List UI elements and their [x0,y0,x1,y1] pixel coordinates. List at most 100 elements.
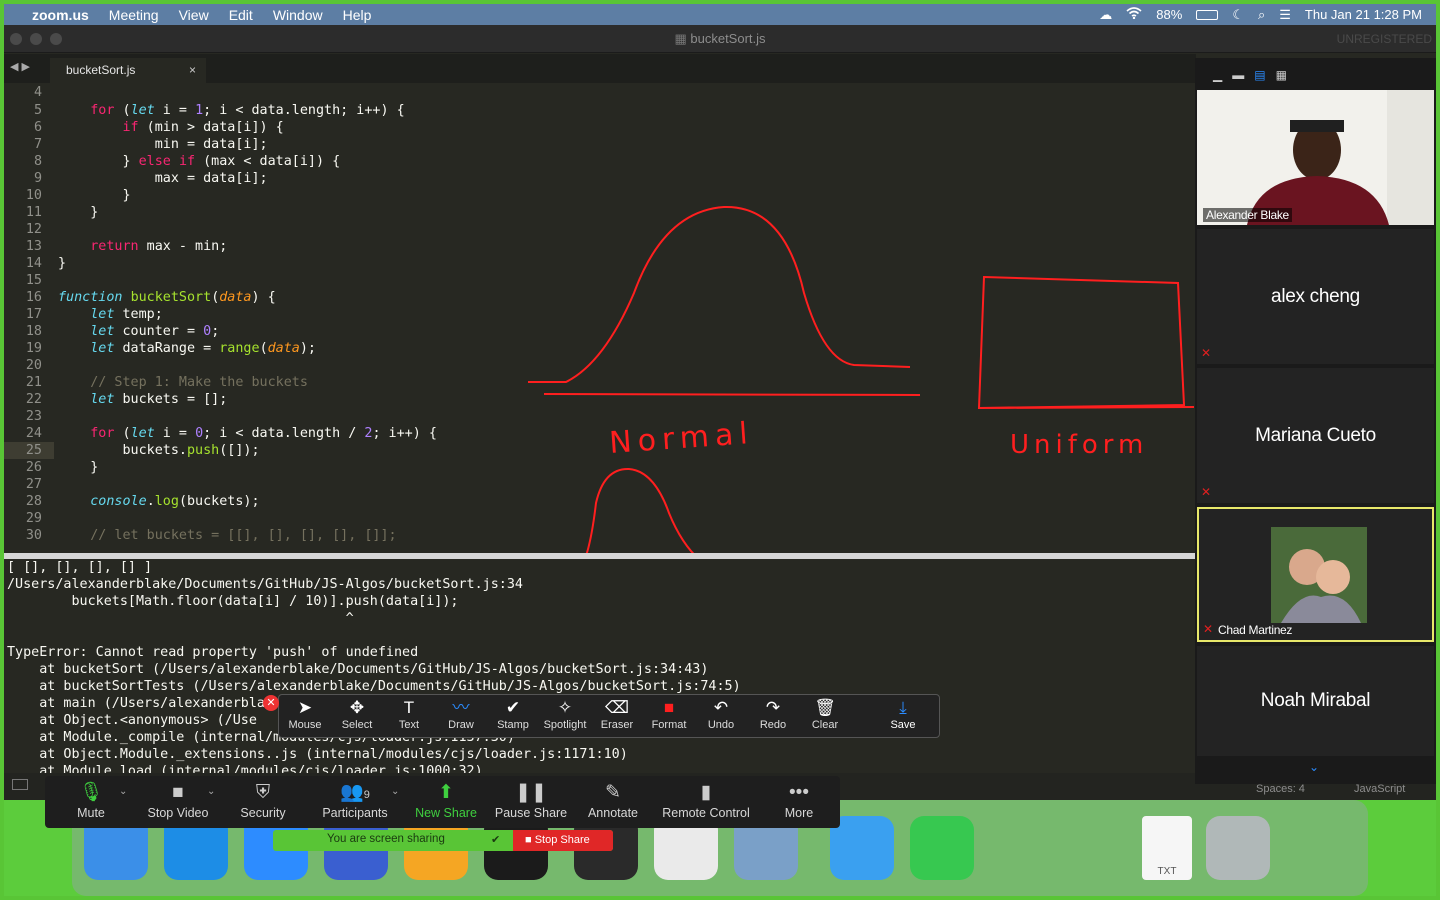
menu-edit[interactable]: Edit [229,7,253,23]
code-line[interactable]: max = data[i]; [58,171,268,186]
wifi-icon[interactable] [1126,7,1142,22]
status-spaces[interactable]: Spaces: 4 [1256,783,1305,795]
pencil-icon: ✎ [605,782,621,803]
annotate-tool-draw[interactable]: 〰 Draw [435,697,487,737]
pause-share-button[interactable]: ❚❚ Pause Share [491,780,571,820]
scroll-down-chevron-icon[interactable]: ⌄ [1309,760,1319,774]
battery-icon[interactable] [1196,9,1219,20]
tab-nav-arrows-icon[interactable]: ◀ ▶ [10,60,30,73]
close-annotation-icon[interactable]: ✕ [263,695,279,711]
tab-close-icon[interactable]: × [189,58,196,83]
video-tile-noah-mirabal[interactable]: Noah Mirabal [1197,646,1434,756]
annotate-tool-eraser[interactable]: ⌫ Eraser [591,697,643,737]
video-camera-icon: ■ [172,782,184,803]
code-line[interactable]: for (let i = 1; i < data.length; i++) { [58,103,404,118]
do-not-disturb-icon[interactable]: ☾ [1232,7,1244,23]
control-center-icon[interactable]: ☰ [1279,7,1291,23]
code-line[interactable]: let temp; [58,307,163,322]
code-area[interactable]: 4 5 for (let i = 1; i < data.length; i++)… [4,83,1196,553]
minimize-window-button[interactable] [30,33,42,45]
speaker-view-icon[interactable]: ▤ [1254,68,1265,82]
mute-button[interactable]: 🎙 Mute [63,780,119,820]
line-number: 20 [25,358,42,373]
remote-control-button[interactable]: ▮ Remote Control [657,780,755,820]
file-icon: ▦ [674,31,691,46]
menu-clock[interactable]: Thu Jan 21 1:28 PM [1305,7,1422,22]
search-icon[interactable]: ⌕ [1258,7,1265,23]
code-line[interactable]: function bucketSort(data) { [58,290,276,305]
video-tile-chad-martinez[interactable]: Chad Martinez ✕ [1197,507,1434,642]
video-tile-mariana-cueto[interactable]: Mariana Cueto ✕ [1197,368,1434,503]
annotate-tool-text[interactable]: T Text [383,697,435,737]
code-line[interactable]: } else if (max < data[i]) { [58,154,340,169]
share-screen-icon: ⬆ [438,782,454,803]
cloud-upload-icon[interactable]: ☁ [1099,7,1112,23]
more-button[interactable]: ••• More [775,780,823,820]
annotate-button[interactable]: ✎ Annotate [581,780,645,820]
security-button[interactable]: ⛨ Security [231,780,295,820]
code-line[interactable]: } [58,205,98,220]
zoom-window-button[interactable] [50,33,62,45]
code-line[interactable]: for (let i = 0; i < data.length / 2; i++… [58,426,437,441]
dock-messages-icon[interactable] [910,816,974,880]
console-line: at Object.Module._extensions..js (intern… [7,747,628,762]
annotate-tool-clear[interactable]: 🗑 Clear [799,697,851,737]
annotate-tool-redo[interactable]: ↷ Redo [747,697,799,737]
code-line[interactable]: console.log(buckets); [58,494,259,509]
code-line[interactable]: let buckets = []; [58,392,227,407]
video-tile-alexander-blake[interactable]: Alexander Blake [1197,90,1434,225]
annotate-tool-save[interactable]: ⤓ Save [877,697,929,737]
stop-share-button[interactable]: ■ Stop Share [513,830,613,851]
code-line[interactable]: } [58,460,98,475]
code-line[interactable]: // Step 1: Make the buckets [58,375,308,390]
code-line[interactable]: let dataRange = range(data); [58,341,316,356]
video-options-chevron-icon[interactable]: ⌄ [207,786,215,797]
panel-toggle-icon[interactable] [12,779,28,790]
new-share-button[interactable]: ⬆ New Share [411,780,481,820]
console-line: at Module.load (internal/modules/cjs/loa… [7,764,483,773]
code-line[interactable]: } [58,188,130,203]
participant-photo-chad [1271,527,1367,623]
code-line[interactable]: min = data[i]; [58,137,268,152]
participants-chevron-icon[interactable]: ⌄ [391,786,399,797]
menu-app-name[interactable]: zoom.us [32,7,89,23]
video-tile-alex-cheng[interactable]: alex cheng ✕ [1197,229,1434,364]
tab-bucketsort[interactable]: bucketSort.js × [50,58,206,83]
code-line[interactable]: // let buckets = [[], [], [], [], []]; [58,528,396,543]
gallery-view-icon[interactable]: ▦ [1276,68,1287,82]
annotate-tool-label: Select [341,719,373,731]
annotate-tool-mouse[interactable]: ➤ Mouse [279,697,331,737]
console-line: ^ [7,611,354,626]
line-number: 14 [25,256,42,271]
hide-video-icon[interactable]: ▬ [1232,68,1244,82]
dock-trash-icon[interactable] [1206,816,1270,880]
dock-txt-file-icon[interactable]: TXT [1142,816,1192,880]
stop-video-button[interactable]: ■ Stop Video [141,780,215,820]
close-window-button[interactable] [10,33,22,45]
annotate-tool-select[interactable]: ✥ Select [331,697,383,737]
annotate-tool-spotlight[interactable]: ✧ Spotlight [539,697,591,737]
annotate-tool-format[interactable]: ■ Format [643,697,695,737]
code-line[interactable]: if (min > data[i]) { [58,120,284,135]
status-language[interactable]: JavaScript [1354,783,1405,795]
code-line[interactable]: buckets.push([]); [58,443,259,458]
menu-help[interactable]: Help [343,7,372,23]
line-number: 24 [25,426,42,441]
code-line[interactable]: } [58,256,66,271]
menu-meeting[interactable]: Meeting [109,7,159,23]
annotate-tool-undo[interactable]: ↶ Undo [695,697,747,737]
menu-view[interactable]: View [179,7,209,23]
audio-options-chevron-icon[interactable]: ⌄ [119,786,127,797]
console-line: at Object.<anonymous> (/Use [7,713,257,728]
line-number: 4 [33,85,42,100]
annotate-label: Annotate [587,806,639,820]
annotate-tool-label: Mouse [288,719,322,731]
line-number: 23 [25,409,42,424]
annotate-tool-stamp[interactable]: ✔ Stamp [487,697,539,737]
participants-button[interactable]: 👥9 Participants [315,780,395,820]
code-line[interactable]: let counter = 0; [58,324,219,339]
code-line[interactable]: return max - min; [58,239,227,254]
minimize-panel-icon[interactable]: ▁ [1213,68,1222,82]
editor-titlebar: ▦ bucketSort.js UNREGISTERED [4,25,1436,53]
menu-window[interactable]: Window [273,7,323,23]
